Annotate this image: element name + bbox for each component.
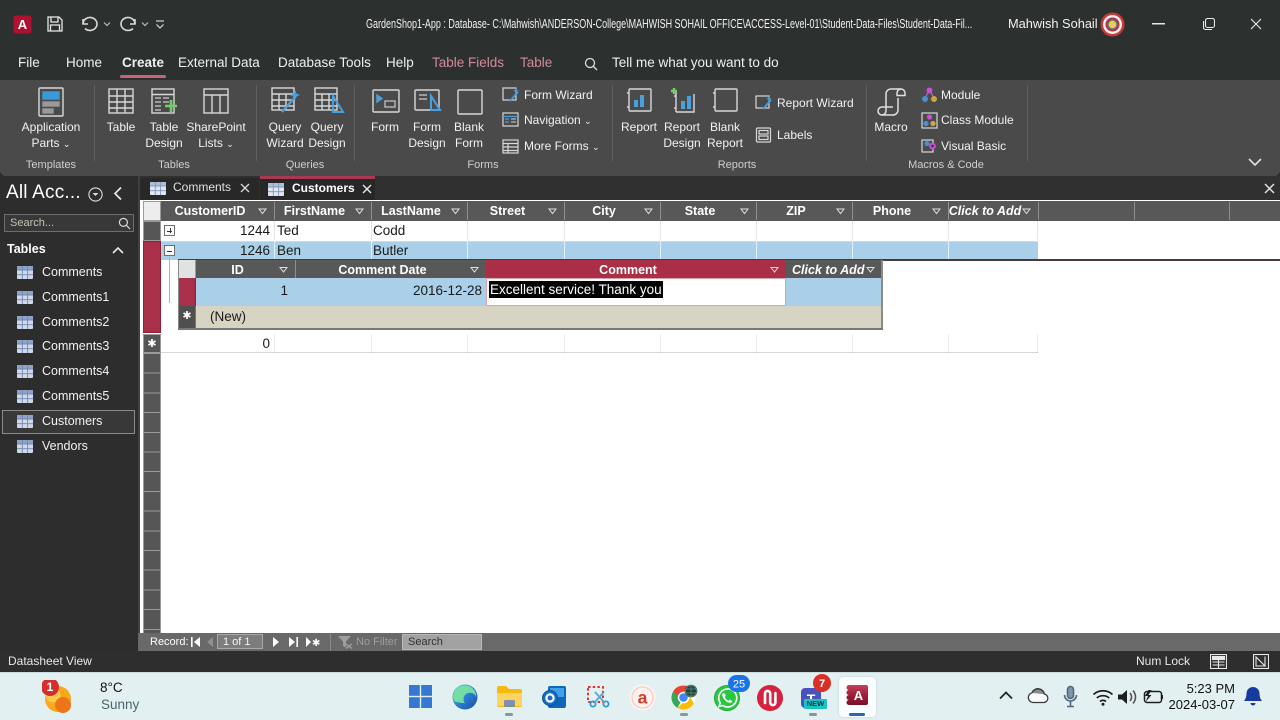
svg-text:25: 25: [733, 679, 745, 691]
svg-text:A: A: [854, 688, 864, 703]
svg-text:A: A: [18, 17, 28, 32]
svg-text:✱: ✱: [312, 638, 320, 647]
svg-text:7: 7: [819, 678, 825, 690]
svg-text:a: a: [638, 688, 648, 708]
svg-text:1: 1: [47, 680, 54, 694]
